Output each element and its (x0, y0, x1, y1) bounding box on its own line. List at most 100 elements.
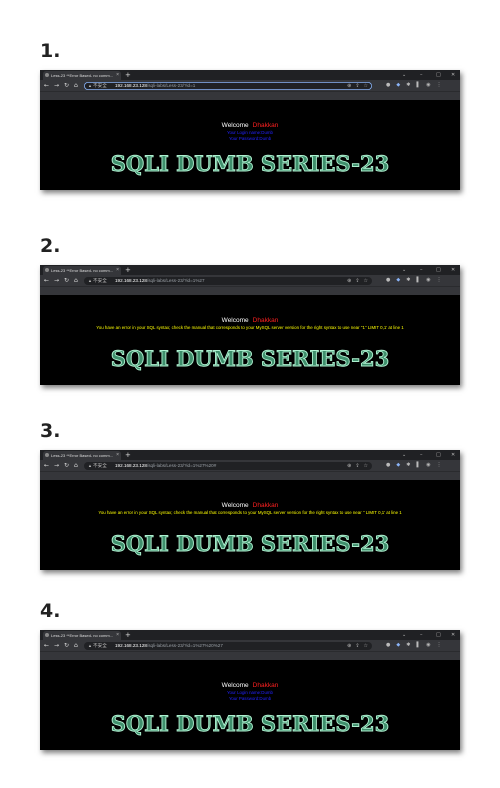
new-tab-button[interactable]: + (125, 450, 131, 460)
menu-icon[interactable]: ⋮ (437, 277, 442, 283)
forward-icon[interactable]: → (54, 80, 59, 91)
maximize-icon[interactable]: □ (436, 265, 441, 275)
shield-icon[interactable]: ◆ (396, 277, 400, 283)
tab-close-icon[interactable]: × (116, 631, 119, 640)
zoom-icon[interactable]: ⊕ (347, 278, 351, 284)
forward-icon[interactable]: → (54, 640, 59, 651)
shield-icon[interactable]: ◆ (396, 642, 400, 648)
sqli-banner: SQLI DUMB SERIES-23 (110, 346, 389, 372)
close-window-icon[interactable]: ✕ (451, 265, 455, 275)
tab-close-icon[interactable]: × (116, 451, 119, 460)
puzzle-icon[interactable]: ✱ (406, 82, 410, 88)
shield-icon[interactable]: ◆ (396, 82, 400, 88)
sql-error-message: You have an error in your SQL syntax; ch… (96, 325, 404, 330)
login-info: Your Login name:Dumb Your Password:Dumb (40, 690, 460, 701)
minimize-icon[interactable]: – (420, 450, 423, 460)
warning-icon: ▲ (88, 82, 92, 88)
reload-icon[interactable]: ↻ (64, 275, 69, 286)
extension-pin-icon[interactable]: ● (386, 462, 390, 468)
close-window-icon[interactable]: ✕ (451, 450, 455, 460)
maximize-icon[interactable]: □ (436, 450, 441, 460)
menu-icon[interactable]: ⋮ (437, 462, 442, 468)
share-icon[interactable]: ⇪ (355, 643, 359, 649)
tab-close-icon[interactable]: × (116, 71, 119, 80)
home-icon[interactable]: ⌂ (74, 460, 78, 471)
menu-icon[interactable]: ⋮ (437, 82, 442, 88)
minimize-icon[interactable]: – (420, 630, 423, 640)
bookmark-star-icon[interactable]: ☆ (364, 643, 368, 649)
back-icon[interactable]: ← (44, 275, 49, 286)
back-icon[interactable]: ← (44, 460, 49, 471)
forward-icon[interactable]: → (54, 460, 59, 471)
browser-tab[interactable]: Less-23 **Error Based- no comm... × (43, 71, 121, 80)
extension-pin-icon[interactable]: ● (386, 82, 390, 88)
address-bar[interactable]: ▲ 不安全 192.168.23.128/sqli-labs/Less-23/?id… (84, 461, 372, 470)
tab-search-icon[interactable]: ⌄ (402, 265, 406, 275)
close-window-icon[interactable]: ✕ (451, 70, 455, 80)
tab-search-icon[interactable]: ⌄ (402, 450, 406, 460)
forward-icon[interactable]: → (54, 275, 59, 286)
address-bar[interactable]: ▲ 不安全 192.168.23.128/sqli-labs/Less-23/?id… (84, 641, 372, 650)
sidebar-icon[interactable]: ▌ (416, 642, 420, 648)
close-window-icon[interactable]: ✕ (451, 630, 455, 640)
extension-pin-icon[interactable]: ● (386, 277, 390, 283)
tab-close-icon[interactable]: × (116, 266, 119, 275)
profile-icon[interactable]: ◉ (426, 642, 430, 648)
tab-search-icon[interactable]: ⌄ (402, 630, 406, 640)
extension-pin-icon[interactable]: ● (386, 642, 390, 648)
bookmark-star-icon[interactable]: ☆ (364, 278, 368, 284)
reload-icon[interactable]: ↻ (64, 640, 69, 651)
back-icon[interactable]: ← (44, 80, 49, 91)
browser-tab[interactable]: Less-23 **Error Based- no comm... × (43, 631, 121, 640)
home-icon[interactable]: ⌂ (74, 275, 78, 286)
welcome-name: Dhakkan (252, 317, 279, 324)
home-icon[interactable]: ⌂ (74, 640, 78, 651)
zoom-icon[interactable]: ⊕ (347, 643, 351, 649)
extension-icons: ● ◆ ✱ ▌ ◉ ⋮ (386, 80, 448, 91)
profile-icon[interactable]: ◉ (426, 277, 430, 283)
zoom-icon[interactable]: ⊕ (347, 463, 351, 469)
reload-icon[interactable]: ↻ (64, 80, 69, 91)
profile-icon[interactable]: ◉ (426, 462, 430, 468)
new-tab-button[interactable]: + (125, 70, 131, 80)
maximize-icon[interactable]: □ (436, 630, 441, 640)
bookmarks-bar: GmailYouTube地图翻译破解软件论坛学习网络工作协作结构编程User 账… (40, 471, 460, 480)
minimize-icon[interactable]: – (420, 265, 423, 275)
address-bar-actions: ⊕ ⇪ ☆ (343, 82, 368, 90)
tab-search-icon[interactable]: ⌄ (402, 70, 406, 80)
share-icon[interactable]: ⇪ (355, 83, 359, 89)
profile-icon[interactable]: ◉ (426, 82, 430, 88)
tab-title: Less-23 **Error Based- no comm... (51, 73, 114, 78)
sidebar-icon[interactable]: ▌ (416, 277, 420, 283)
banner-text: SQLI DUMB SERIES-23 (111, 711, 390, 736)
bookmark-star-icon[interactable]: ☆ (364, 463, 368, 469)
puzzle-icon[interactable]: ✱ (406, 277, 410, 283)
bookmark-star-icon[interactable]: ☆ (364, 83, 368, 89)
address-bar[interactable]: ▲ 不安全 192.168.23.128/sqli-labs/Less-23/?id… (84, 81, 372, 90)
sidebar-icon[interactable]: ▌ (416, 82, 420, 88)
new-tab-button[interactable]: + (125, 265, 131, 275)
new-tab-button[interactable]: + (125, 630, 131, 640)
menu-icon[interactable]: ⋮ (437, 642, 442, 648)
share-icon[interactable]: ⇪ (355, 278, 359, 284)
share-icon[interactable]: ⇪ (355, 463, 359, 469)
sqli-banner: SQLI DUMB SERIES-23 (110, 151, 389, 177)
home-icon[interactable]: ⌂ (74, 80, 78, 91)
favicon-icon (45, 73, 49, 77)
step-number: 2. (40, 235, 61, 257)
zoom-icon[interactable]: ⊕ (347, 83, 351, 89)
shield-icon[interactable]: ◆ (396, 462, 400, 468)
puzzle-icon[interactable]: ✱ (406, 462, 410, 468)
reload-icon[interactable]: ↻ (64, 460, 69, 471)
sidebar-icon[interactable]: ▌ (416, 462, 420, 468)
address-bar-actions: ⊕ ⇪ ☆ (343, 277, 368, 285)
back-icon[interactable]: ← (44, 640, 49, 651)
browser-tab[interactable]: Less-23 **Error Based- no comm... × (43, 266, 121, 275)
puzzle-icon[interactable]: ✱ (406, 642, 410, 648)
maximize-icon[interactable]: □ (436, 70, 441, 80)
insecure-label: 不安全 (93, 82, 107, 88)
browser-tab[interactable]: Less-23 **Error Based- no comm... × (43, 451, 121, 460)
bookmarks-bar: GmailYouTube地图翻译破解软件论坛学习网络工作协作结构编程User 账… (40, 651, 460, 660)
minimize-icon[interactable]: – (420, 70, 423, 80)
address-bar[interactable]: ▲ 不安全 192.168.23.128/sqli-labs/Less-23/?id… (84, 276, 372, 285)
